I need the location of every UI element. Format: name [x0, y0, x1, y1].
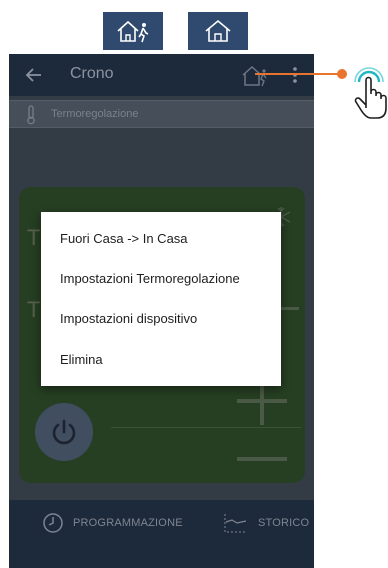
tab-programmazione[interactable]: PROGRAMMAZIONE — [42, 512, 183, 534]
legend-home-away-icon — [103, 12, 163, 50]
clock-icon — [43, 513, 63, 533]
page-title: Crono — [70, 65, 114, 82]
section-header: Termoregolazione — [9, 100, 314, 128]
menu-item-impostazioni-dispositivo[interactable]: Impostazioni dispositivo — [60, 311, 197, 326]
bottom-nav: PROGRAMMAZIONE STORICO — [9, 500, 314, 568]
legend-home-icon — [188, 12, 248, 50]
tap-hand-icon — [354, 67, 387, 119]
menu-item-fuori-casa[interactable]: Fuori Casa -> In Casa — [60, 231, 188, 246]
tab-label: PROGRAMMAZIONE — [73, 517, 183, 529]
background-glyph: T — [27, 297, 41, 322]
home-icon — [205, 19, 231, 42]
arrow-left-icon[interactable] — [23, 64, 45, 86]
history-chart-icon — [224, 514, 247, 533]
home-away-icon[interactable] — [241, 62, 269, 88]
menu-item-elimina[interactable]: Elimina — [60, 352, 103, 367]
callout-dot — [337, 69, 347, 79]
thermometer-icon — [27, 105, 35, 125]
app-bar: Crono — [9, 54, 314, 96]
divider — [111, 427, 301, 428]
overflow-menu: Fuori Casa -> In Casa Impostazioni Termo… — [41, 212, 281, 386]
callout-line — [255, 73, 341, 75]
menu-item-impostazioni-termoregolazione[interactable]: Impostazioni Termoregolazione — [60, 271, 240, 286]
tab-label: STORICO — [258, 517, 310, 529]
power-button[interactable] — [35, 403, 93, 461]
tab-storico[interactable]: STORICO — [224, 512, 309, 534]
power-icon — [52, 419, 76, 445]
background-glyph: T — [27, 225, 41, 250]
section-label: Termoregolazione — [51, 108, 139, 120]
home-away-icon — [117, 20, 149, 43]
minus-button[interactable] — [237, 457, 287, 461]
more-vert-icon[interactable] — [290, 64, 300, 86]
